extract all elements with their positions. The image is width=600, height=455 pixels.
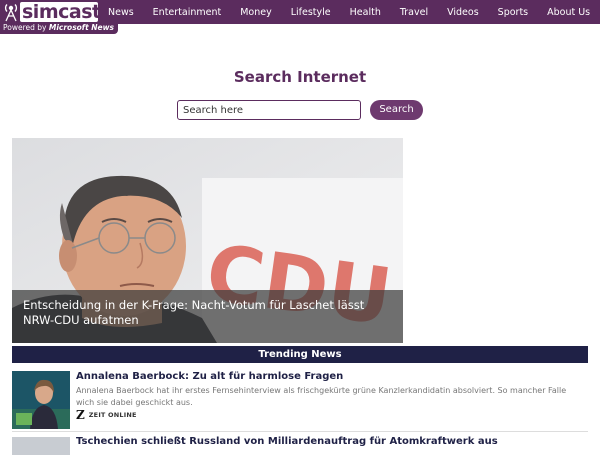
nav-item-money[interactable]: Money xyxy=(240,7,272,18)
nav-item-travel[interactable]: Travel xyxy=(400,7,428,18)
nav-item-health[interactable]: Health xyxy=(350,7,381,18)
logo-text: simcast xyxy=(22,1,101,23)
powered-by-label: Powered by Microsoft News xyxy=(3,23,114,33)
site-logo[interactable]: simcast Powered by Microsoft News xyxy=(0,0,118,34)
search-input[interactable] xyxy=(177,100,361,120)
main-nav: News Entertainment Money Lifestyle Healt… xyxy=(108,0,600,24)
hero-caption[interactable]: Entscheidung in der K-Frage: Nacht-Votum… xyxy=(12,290,403,343)
search-title: Search Internet xyxy=(233,68,367,86)
powered-brand: Microsoft News xyxy=(48,23,115,32)
nav-item-lifestyle[interactable]: Lifestyle xyxy=(291,7,331,18)
nav-item-entertainment[interactable]: Entertainment xyxy=(153,7,222,18)
news-title[interactable]: Tschechien schließt Russland von Milliar… xyxy=(76,436,498,447)
news-thumbnail xyxy=(12,371,70,429)
news-thumbnail xyxy=(12,437,70,455)
nav-item-news[interactable]: News xyxy=(108,7,134,18)
search-button[interactable]: Search xyxy=(370,100,423,120)
hero-article[interactable]: CDU Entscheidung in der K-Frage: Nacht-V… xyxy=(12,138,403,343)
broadcast-tower-icon xyxy=(4,4,18,22)
powered-prefix: Powered by xyxy=(3,23,49,32)
nav-item-videos[interactable]: Videos xyxy=(447,7,479,18)
news-source: Z ZEIT ONLINE xyxy=(76,409,137,421)
news-title[interactable]: Annalena Baerbock: Zu alt für harmlose F… xyxy=(76,371,343,382)
nav-item-about-us[interactable]: About Us xyxy=(547,7,590,18)
nav-item-sports[interactable]: Sports xyxy=(498,7,528,18)
news-description: Annalena Baerbock hat ihr erstes Fernseh… xyxy=(76,386,567,407)
news-item[interactable]: Tschechien schließt Russland von Milliar… xyxy=(12,435,588,455)
source-name: ZEIT ONLINE xyxy=(88,411,137,419)
news-item[interactable]: Annalena Baerbock: Zu alt für harmlose F… xyxy=(12,370,588,432)
source-logo: Z xyxy=(76,408,85,422)
trending-news-heading: Trending News xyxy=(12,346,588,363)
